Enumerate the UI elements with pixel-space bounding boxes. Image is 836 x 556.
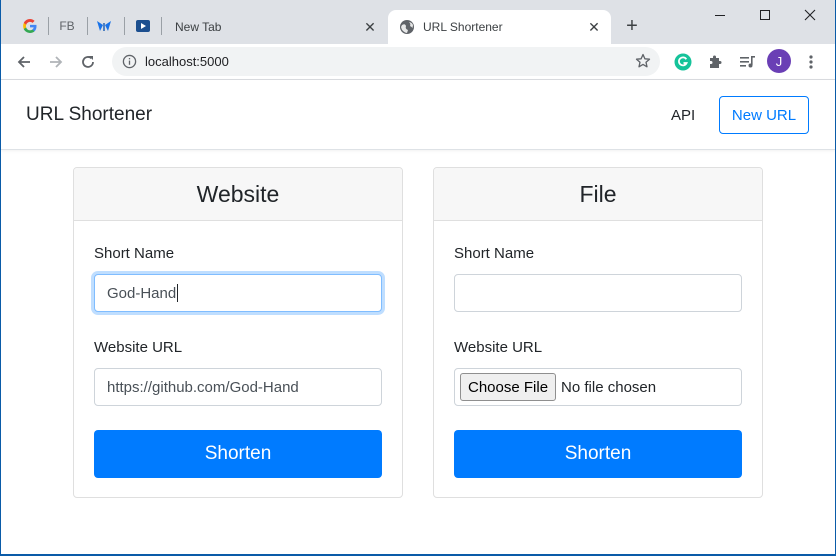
- website-url-input[interactable]: https://github.com/God-Hand: [94, 368, 382, 406]
- grammarly-extension[interactable]: [672, 51, 694, 73]
- pinned-tab-fb[interactable]: FB: [55, 14, 79, 38]
- minimize-button[interactable]: [698, 4, 742, 26]
- website-short-name-input[interactable]: God-Hand: [94, 274, 382, 312]
- page-content: URL Shortener API New URL Website Short …: [1, 80, 835, 554]
- arrow-right-icon: [50, 56, 63, 68]
- text-caret: [177, 284, 179, 302]
- browser-window: FB New Tab ✕ URL Shortener ✕ + localhost…: [1, 0, 835, 554]
- star-icon[interactable]: [635, 53, 651, 69]
- pinned-tab-fb-label: FB: [59, 19, 75, 33]
- maximize-button[interactable]: [743, 4, 787, 26]
- media-button[interactable]: [736, 51, 758, 73]
- site-navbar: URL Shortener API New URL: [1, 80, 835, 150]
- file-shorten-button[interactable]: Shorten: [454, 430, 742, 478]
- tab-new-tab[interactable]: New Tab ✕: [165, 10, 387, 44]
- address-bar[interactable]: localhost:5000: [112, 47, 660, 76]
- grammarly-icon: [674, 53, 692, 71]
- short-name-label: Short Name: [94, 245, 175, 262]
- close-icon: [804, 9, 816, 21]
- tab-separator: [161, 17, 162, 35]
- website-card: Website Short Name God-Hand Website URL …: [73, 167, 403, 498]
- api-link[interactable]: API: [671, 107, 695, 124]
- menu-button[interactable]: [800, 51, 822, 73]
- close-icon[interactable]: ✕: [585, 18, 603, 36]
- short-name-label: Short Name: [454, 245, 535, 262]
- playlist-icon: [739, 56, 755, 68]
- website-short-name-value: God-Hand: [107, 284, 177, 302]
- close-icon[interactable]: ✕: [361, 18, 379, 36]
- butterfly-icon: [97, 21, 111, 31]
- info-icon[interactable]: [122, 54, 137, 69]
- new-url-button[interactable]: New URL: [719, 96, 809, 134]
- profile-initial: J: [775, 53, 783, 69]
- address-text: localhost:5000: [145, 54, 229, 69]
- reload-icon: [82, 56, 94, 68]
- forward-button[interactable]: [44, 50, 68, 74]
- website-url-value: https://github.com/God-Hand: [107, 378, 299, 396]
- tab-separator: [124, 17, 125, 35]
- tab-title: URL Shortener: [423, 20, 503, 34]
- close-window-button[interactable]: [788, 4, 832, 26]
- extensions-button[interactable]: [704, 51, 726, 73]
- browser-toolbar: localhost:5000 J: [1, 44, 835, 80]
- website-card-title: Website: [74, 168, 402, 221]
- tab-separator: [48, 17, 49, 35]
- website-shorten-button[interactable]: Shorten: [94, 430, 382, 478]
- website-url-label: Website URL: [94, 339, 183, 356]
- pinned-tab-google[interactable]: [19, 14, 41, 38]
- tab-title: New Tab: [175, 20, 222, 34]
- back-button[interactable]: [12, 50, 36, 74]
- globe-icon: [400, 20, 414, 34]
- file-short-name-input[interactable]: [454, 274, 742, 312]
- pinned-tab-4[interactable]: [132, 14, 154, 38]
- kebab-menu-icon: [809, 55, 813, 69]
- puzzle-icon: [710, 55, 722, 68]
- video-icon: [136, 20, 150, 32]
- file-input[interactable]: Choose File No file chosen: [454, 368, 742, 406]
- profile-avatar[interactable]: J: [767, 49, 791, 73]
- reload-button[interactable]: [76, 50, 100, 74]
- choose-file-button[interactable]: Choose File: [460, 373, 557, 401]
- tab-separator: [87, 17, 88, 35]
- tab-url-shortener[interactable]: URL Shortener ✕: [388, 10, 611, 44]
- tab-strip: FB New Tab ✕ URL Shortener ✕ +: [1, 0, 835, 44]
- new-tab-button[interactable]: +: [621, 15, 643, 37]
- brand-link[interactable]: URL Shortener: [26, 104, 152, 126]
- arrow-left-icon: [17, 56, 30, 68]
- maximize-icon: [760, 10, 770, 20]
- minimize-icon: [715, 15, 725, 16]
- file-url-label: Website URL: [454, 339, 543, 356]
- file-status: No file chosen: [561, 378, 657, 396]
- file-card-title: File: [434, 168, 762, 221]
- pinned-tab-3[interactable]: [93, 14, 115, 38]
- file-card: File Short Name Website URL Choose File …: [433, 167, 763, 498]
- google-icon: [23, 19, 37, 33]
